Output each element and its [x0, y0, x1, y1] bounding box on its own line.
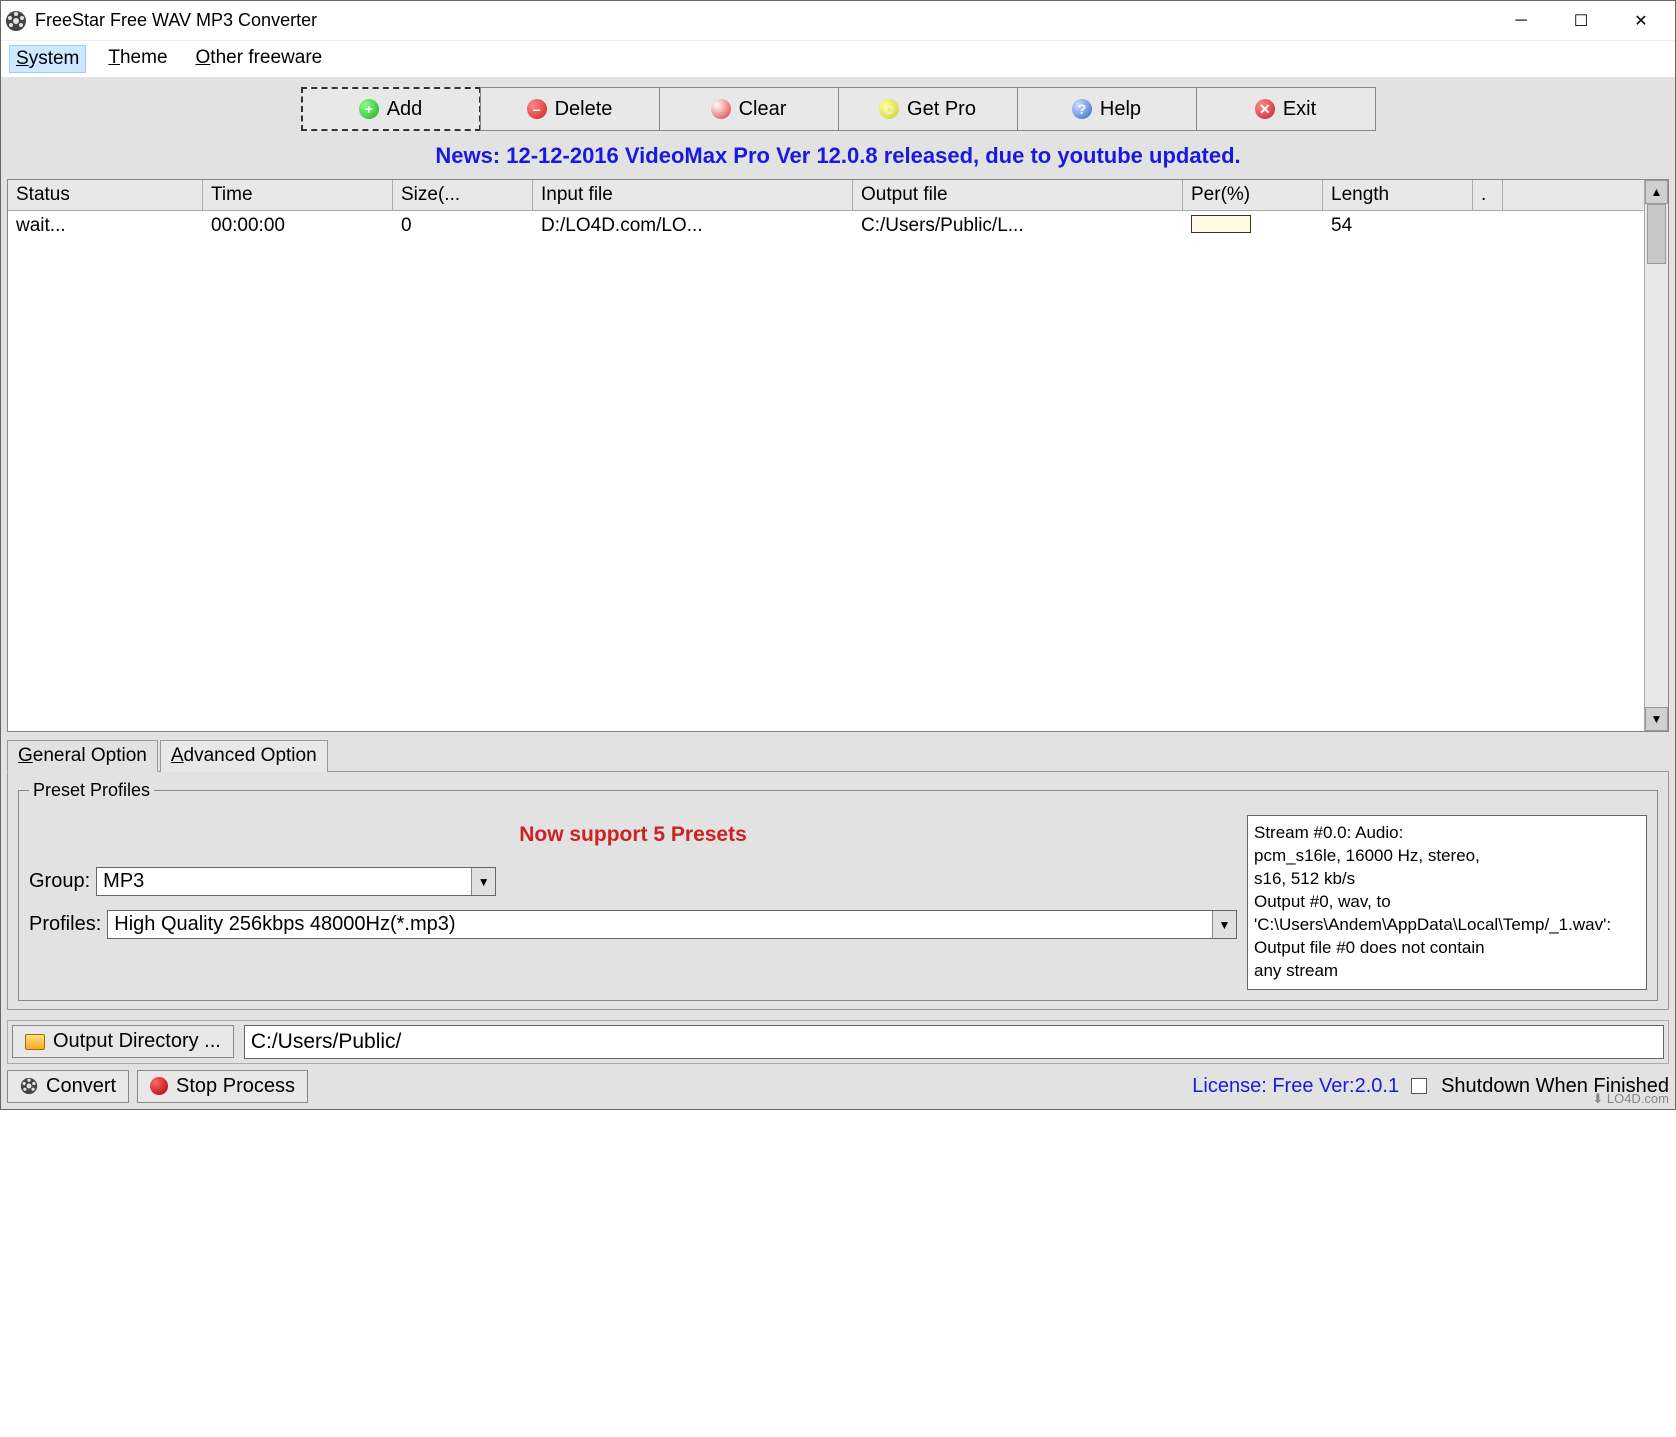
th-size[interactable]: Size(... [393, 180, 533, 210]
preset-profiles-fieldset: Preset Profiles Now support 5 Presets Gr… [18, 780, 1658, 1001]
general-option-panel: Preset Profiles Now support 5 Presets Gr… [7, 771, 1669, 1010]
profiles-value: High Quality 256kbps 48000Hz(*.mp3) [114, 913, 455, 935]
output-directory-input[interactable]: C:/Users/Public/ [244, 1025, 1664, 1059]
convert-label: Convert [46, 1075, 116, 1098]
watermark: ⬇ LO4D.com [1592, 1091, 1669, 1107]
exit-label: Exit [1283, 98, 1316, 121]
output-directory-button[interactable]: Output Directory ... [12, 1025, 234, 1058]
group-value: MP3 [103, 870, 144, 892]
th-status[interactable]: Status [8, 180, 203, 210]
news-banner: News: 12-12-2016 VideoMax Pro Ver 12.0.8… [7, 139, 1669, 179]
cell-length: 54 [1323, 211, 1473, 243]
exit-button[interactable]: ✕ Exit [1196, 87, 1376, 131]
delete-button[interactable]: –Delete [480, 87, 660, 131]
menubar: System Theme Other freeware [1, 41, 1675, 77]
stop-process-button[interactable]: Stop Process [137, 1070, 308, 1103]
cell-input: D:/LO4D.com/LO... [533, 211, 853, 243]
maximize-button[interactable]: ☐ [1551, 3, 1611, 39]
table-row[interactable]: wait... 00:00:00 0 D:/LO4D.com/LO... C:/… [8, 211, 1644, 243]
stop-icon [150, 1077, 168, 1095]
cell-size: 0 [393, 211, 533, 243]
cell-time: 00:00:00 [203, 211, 393, 243]
delete-label: Delete [555, 98, 613, 121]
th-ext[interactable]: . [1473, 180, 1503, 210]
menu-other-freeware[interactable]: Other freeware [190, 45, 329, 73]
question-icon: ? [1072, 99, 1092, 119]
chevron-down-icon[interactable]: ▼ [471, 868, 495, 895]
titlebar: FreeStar Free WAV MP3 Converter ─ ☐ ✕ [1, 1, 1675, 41]
getpro-button[interactable]: ☺ Get Pro [838, 87, 1018, 131]
plus-icon: + [359, 99, 379, 119]
clear-label: Clear [739, 98, 787, 121]
file-table: Status Time Size(... Input file Output f… [7, 179, 1669, 732]
group-label: Group: [29, 870, 90, 893]
tab-advanced-option[interactable]: Advanced Option [160, 740, 328, 772]
folder-icon [25, 1034, 45, 1050]
th-output[interactable]: Output file [853, 180, 1183, 210]
convert-button[interactable]: Convert [7, 1070, 129, 1103]
help-button[interactable]: ? Help [1017, 87, 1197, 131]
app-icon [5, 10, 27, 32]
close-button[interactable]: ✕ [1611, 3, 1671, 39]
chevron-down-icon[interactable]: ▼ [1212, 911, 1236, 938]
th-length[interactable]: Length [1323, 180, 1473, 210]
menu-theme[interactable]: Theme [102, 45, 173, 73]
table-header: Status Time Size(... Input file Output f… [8, 180, 1644, 211]
cell-per [1183, 211, 1323, 243]
th-input[interactable]: Input file [533, 180, 853, 210]
log-output: Stream #0.0: Audio: pcm_s16le, 16000 Hz,… [1247, 815, 1647, 990]
clear-icon [711, 99, 731, 119]
help-label: Help [1100, 98, 1141, 121]
cell-status: wait... [8, 211, 203, 243]
progress-box [1191, 215, 1251, 233]
menu-system[interactable]: System [9, 45, 86, 73]
group-combobox[interactable]: MP3 ▼ [96, 867, 496, 896]
shutdown-checkbox[interactable] [1411, 1078, 1427, 1094]
smiley-icon: ☺ [879, 99, 899, 119]
scroll-up-icon[interactable]: ▲ [1645, 180, 1668, 204]
preset-legend: Preset Profiles [29, 780, 154, 801]
toolbar: + Add –Delete Clear ☺ Get Pro ? Help ✕ Exit [301, 87, 1376, 131]
cell-output: C:/Users/Public/L... [853, 211, 1183, 243]
add-button[interactable]: + Add [301, 87, 481, 131]
vertical-scrollbar[interactable]: ▲ ▼ [1644, 180, 1668, 731]
clear-button[interactable]: Clear [659, 87, 839, 131]
minus-icon: – [527, 99, 547, 119]
tab-general-option[interactable]: General Option [7, 740, 158, 772]
preset-support-text: Now support 5 Presets [29, 815, 1237, 867]
th-time[interactable]: Time [203, 180, 393, 210]
th-per[interactable]: Per(%) [1183, 180, 1323, 210]
license-text: License: Free Ver:2.0.1 [1192, 1075, 1399, 1098]
add-label: Add [387, 98, 423, 121]
output-directory-label: Output Directory ... [53, 1030, 221, 1053]
getpro-label: Get Pro [907, 98, 976, 121]
minimize-button[interactable]: ─ [1491, 3, 1551, 39]
profiles-label: Profiles: [29, 913, 101, 936]
stop-label: Stop Process [176, 1075, 295, 1098]
scroll-down-icon[interactable]: ▼ [1645, 707, 1668, 731]
reel-icon [20, 1077, 38, 1095]
scroll-thumb[interactable] [1647, 204, 1666, 264]
x-icon: ✕ [1255, 99, 1275, 119]
profiles-combobox[interactable]: High Quality 256kbps 48000Hz(*.mp3) ▼ [107, 910, 1237, 939]
window-title: FreeStar Free WAV MP3 Converter [35, 10, 1491, 31]
